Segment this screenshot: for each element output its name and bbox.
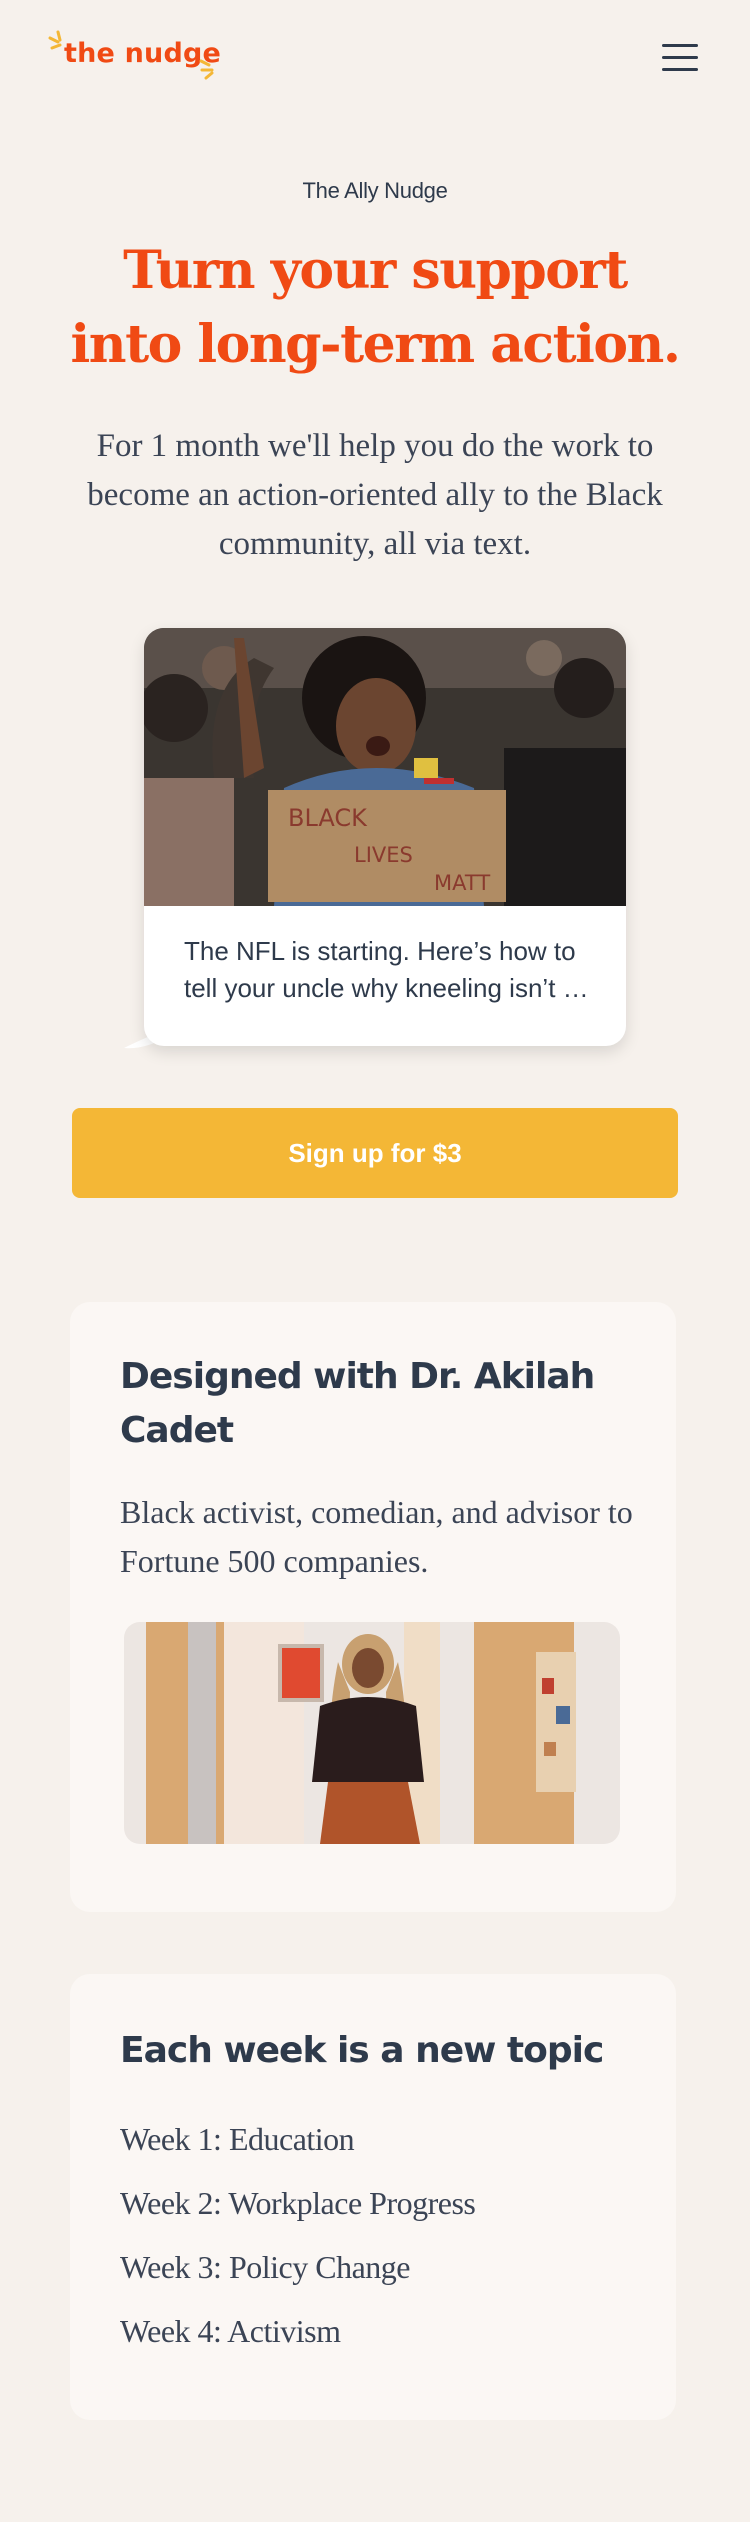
message-preview-text: The NFL is starting. Here’s how to tell …: [184, 936, 589, 1003]
week-item: Week 2: Workplace Progress: [120, 2185, 476, 2221]
hero-title: Turn your support into long-term action.: [70, 240, 681, 375]
week-item: Week 3: Policy Change: [120, 2249, 410, 2285]
message-preview-bubble: BLACK LIVES MATT The NFL is starting. He…: [144, 628, 626, 1046]
week-list: Week 1: Education Week 2: Workplace Prog…: [120, 2114, 476, 2370]
hamburger-menu-icon[interactable]: [660, 42, 700, 74]
svg-text:MATT: MATT: [434, 871, 490, 895]
spark-right-icon: [199, 59, 214, 80]
site-header: the nudge: [0, 0, 750, 120]
expert-photo: [124, 1622, 620, 1844]
product-eyebrow: The Ally Nudge: [302, 178, 448, 203]
hero-subtitle: For 1 month we'll help you do the work t…: [87, 428, 663, 562]
week-item: Week 4: Activism: [120, 2313, 341, 2349]
expert-card-title: Designed with Dr. Akilah Cadet: [120, 1356, 595, 1451]
week-item: Week 1: Education: [120, 2121, 355, 2157]
expert-card: Designed with Dr. Akilah Cadet Black act…: [70, 1302, 676, 1912]
weekly-topics-card: Each week is a new topic Week 1: Educati…: [70, 1974, 676, 2420]
expert-card-description: Black activist, comedian, and advisor to…: [120, 1494, 633, 1579]
protest-photo: BLACK LIVES MATT: [144, 628, 626, 906]
signup-button[interactable]: Sign up for $3: [72, 1108, 678, 1198]
svg-text:BLACK: BLACK: [288, 804, 368, 832]
weekly-topics-title: Each week is a new topic: [120, 2030, 604, 2071]
logo[interactable]: the nudge: [48, 30, 228, 82]
svg-text:LIVES: LIVES: [354, 843, 413, 867]
